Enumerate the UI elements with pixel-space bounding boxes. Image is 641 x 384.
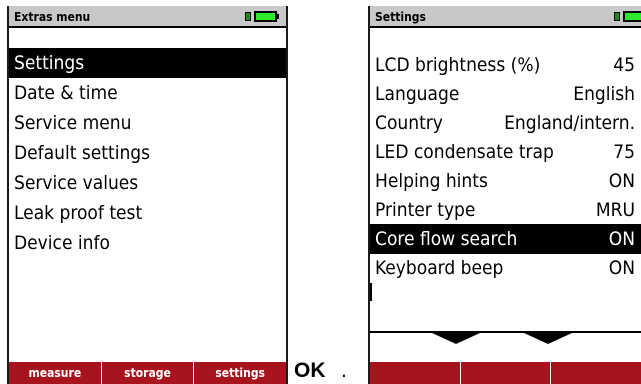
setting-label: LED condensate trap: [375, 141, 554, 163]
softkey-1[interactable]: [370, 362, 460, 384]
plug-icon: [614, 12, 620, 21]
setting-row-core-flow-search[interactable]: Core flow search ON: [370, 224, 641, 254]
menu-item-date-time[interactable]: Date & time: [9, 78, 286, 108]
scroll-down-arrow-left-icon: [432, 333, 480, 344]
screen-title: Extras menu: [14, 10, 91, 24]
softkey-2[interactable]: [459, 362, 551, 384]
scroll-down-arrow-right-icon: [524, 333, 572, 344]
setting-row-keyboard-beep[interactable]: Keyboard beep ON: [370, 253, 641, 283]
menu-item-leak-proof-test[interactable]: Leak proof test: [9, 198, 286, 228]
softkey-storage[interactable]: storage: [100, 362, 194, 384]
setting-value: ON: [608, 228, 635, 250]
menu-item-default-settings[interactable]: Default settings: [9, 138, 286, 168]
setting-row-language[interactable]: Language English: [370, 79, 641, 109]
menu-item-label: Device info: [14, 232, 110, 254]
menu-item-label: Date & time: [14, 82, 118, 104]
menu-item-label: Service values: [14, 172, 139, 194]
softkey-bar: measure storage settings: [9, 362, 286, 384]
extras-menu-screen: Extras menu Settings Date & time Service…: [7, 6, 288, 384]
setting-label: Language: [375, 83, 460, 105]
softkey-measure[interactable]: measure: [9, 362, 101, 384]
menu-item-settings[interactable]: Settings: [9, 48, 286, 78]
title-bar: Extras menu: [9, 6, 286, 28]
setting-row-helping-hints[interactable]: Helping hints ON: [370, 166, 641, 196]
menu-item-label: Settings: [14, 52, 85, 74]
setting-value: English: [573, 83, 635, 105]
menu-item-label: Default settings: [14, 142, 151, 164]
setting-value: ON: [608, 170, 635, 192]
menu-item-service-menu[interactable]: Service menu: [9, 108, 286, 138]
setting-value: MRU: [595, 199, 635, 221]
setting-value: England/intern.: [504, 112, 635, 134]
setting-label: LCD brightness (%): [375, 54, 541, 76]
ok-caption-period: .: [341, 359, 347, 382]
screen-title: Settings: [375, 10, 426, 24]
setting-row-lcd-brightness[interactable]: LCD brightness (%) 45: [370, 50, 641, 80]
setting-label: Country: [375, 112, 443, 134]
ok-caption: OK: [294, 359, 326, 382]
menu-item-device-info[interactable]: Device info: [9, 228, 286, 258]
scroll-indicator: [370, 283, 372, 301]
setting-value: ON: [608, 257, 635, 279]
title-bar: Settings: [370, 6, 641, 28]
setting-row-country[interactable]: Country England/intern.: [370, 108, 641, 138]
setting-value: 75: [613, 141, 635, 163]
setting-label: Printer type: [375, 199, 476, 221]
softkey-bar: [370, 362, 641, 384]
setting-label: Helping hints: [375, 170, 488, 192]
setting-value: 45: [613, 54, 635, 76]
setting-row-printer-type[interactable]: Printer type MRU: [370, 195, 641, 225]
setting-label: Keyboard beep: [375, 257, 504, 279]
settings-screen: Settings LCD brightness (%) 45 Language En…: [368, 6, 641, 384]
menu-item-label: Service menu: [14, 112, 132, 134]
plug-icon: [245, 12, 251, 21]
scroll-down-arrow-icon[interactable]: [370, 331, 641, 355]
setting-row-led-condensate-trap[interactable]: LED condensate trap 75: [370, 137, 641, 167]
menu-item-label: Leak proof test: [14, 202, 143, 224]
softkey-settings[interactable]: settings: [193, 362, 286, 384]
softkey-3[interactable]: [550, 362, 641, 384]
menu-item-service-values[interactable]: Service values: [9, 168, 286, 198]
setting-label: Core flow search: [375, 228, 518, 250]
